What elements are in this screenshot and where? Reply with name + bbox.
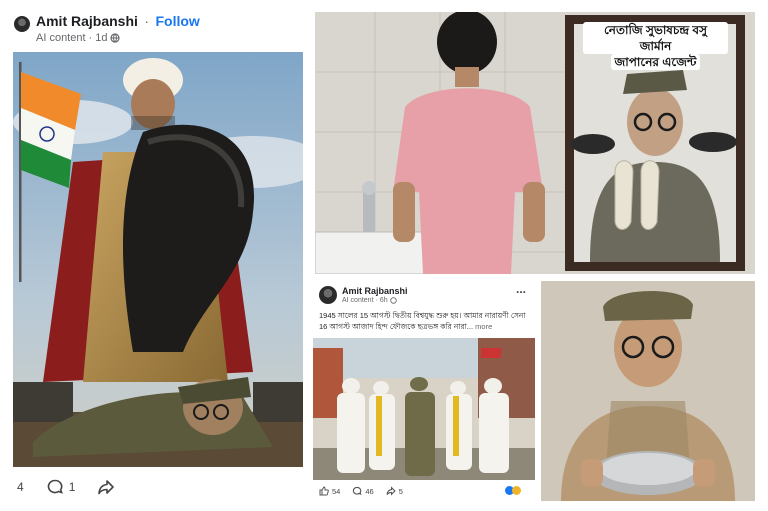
comment-icon[interactable]: [46, 478, 64, 496]
share-icon[interactable]: [386, 486, 396, 496]
separator-dot: ·: [144, 13, 150, 29]
separator-dot: ·: [88, 32, 93, 44]
post-text: 1945 সালের 15 আগস্ট দ্বিতীয় বিশ্বযুদ্ধ …: [319, 310, 531, 332]
reaction-emoji-icons[interactable]: [505, 486, 521, 495]
post-time[interactable]: 6h: [380, 297, 388, 304]
haha-reaction-icon: [512, 486, 521, 495]
globe-icon: [389, 297, 397, 304]
follow-button[interactable]: Follow: [155, 13, 199, 29]
like-count[interactable]: 54: [332, 487, 340, 496]
post-image-king-stepping[interactable]: [13, 52, 303, 467]
post-image-procession[interactable]: [313, 338, 535, 480]
post-time[interactable]: 1d: [95, 32, 107, 44]
more-options-icon[interactable]: ...: [516, 282, 526, 296]
photo-caption-line2: জাপানের এজেন্ট: [610, 54, 701, 70]
comment-count[interactable]: 1: [69, 480, 76, 494]
share-count[interactable]: 5: [399, 487, 403, 496]
photo-caption-line1: নেতাজি সুভাষচন্দ্র বসু জার্মান: [583, 22, 728, 54]
comment-count[interactable]: 46: [365, 487, 373, 496]
ai-content-label: AI content: [342, 297, 374, 304]
post-card-left: Amit Rajbanshi · Follow AI content · 1d: [0, 0, 312, 511]
comment-icon[interactable]: [352, 486, 362, 496]
post-text-body: 1945 সালের 15 আগস্ট দ্বিতীয় বিশ্বযুদ্ধ …: [319, 311, 526, 331]
globe-icon: [110, 33, 121, 43]
avatar[interactable]: [319, 286, 337, 304]
photo-man-with-bowl[interactable]: [541, 281, 755, 501]
avatar[interactable]: [14, 16, 30, 32]
like-icon[interactable]: [319, 486, 329, 496]
photo-man-at-urinal[interactable]: নেতাজি সুভাষচন্দ্র বসু জার্মান জাপানের এ…: [315, 12, 755, 274]
author-name[interactable]: Amit Rajbanshi: [342, 286, 408, 296]
see-more-link[interactable]: more: [475, 322, 492, 331]
reaction-count[interactable]: 4: [17, 480, 24, 494]
share-icon[interactable]: [97, 478, 115, 496]
separator-dot: ·: [375, 297, 378, 304]
author-name[interactable]: Amit Rajbanshi: [36, 13, 138, 29]
post-card-middle: Amit Rajbanshi AI content · 6h ... 1945 …: [313, 276, 535, 506]
ai-content-label: AI content: [36, 32, 86, 44]
